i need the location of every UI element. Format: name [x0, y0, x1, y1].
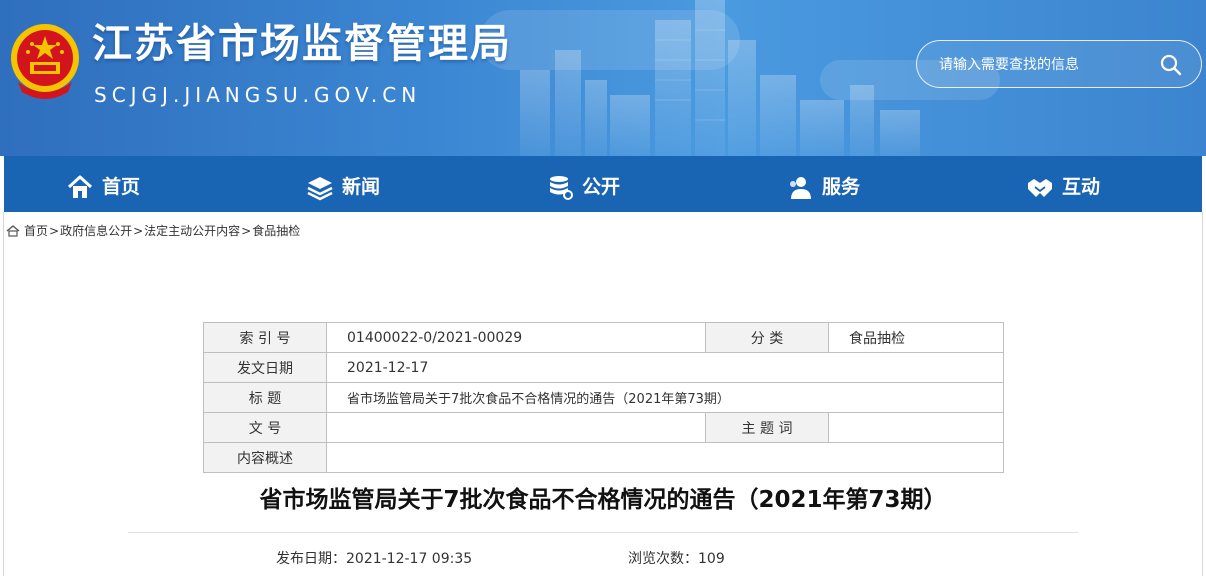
index-number-label: 索 引 号 [203, 322, 327, 353]
title-label: 标 题 [203, 382, 327, 413]
nav-item-interact[interactable]: 互动 [1026, 156, 1100, 212]
home-icon [67, 175, 93, 198]
nav-item-label: 首页 [102, 175, 141, 198]
publish-date-value: 2021-12-17 09:35 [346, 551, 473, 567]
breadcrumb-home[interactable]: 首页 [24, 222, 48, 240]
article-divider [128, 532, 1078, 533]
nav-item-label: 新闻 [342, 175, 381, 198]
site-title: 江苏省市场监督管理局 [92, 21, 512, 67]
breadcrumb-statutory-content[interactable]: 法定主动公开内容 [144, 222, 240, 240]
breadcrumb-separator: > [133, 224, 144, 238]
nav-item-public[interactable]: 公开 [546, 156, 620, 212]
view-count: 浏览次数：109 [628, 548, 725, 570]
category-value: 食品抽检 [828, 322, 1004, 353]
nav-item-label: 公开 [582, 175, 621, 198]
keywords-label: 主 题 词 [705, 412, 829, 443]
table-row: 标 题 省市场监管局关于7批次食品不合格情况的通告（2021年第73期） [203, 382, 1004, 413]
keywords-value [828, 412, 1004, 443]
breadcrumb-food-inspection[interactable]: 食品抽检 [252, 222, 300, 240]
index-number-value: 01400022-0/2021-00029 [326, 322, 706, 353]
table-row: 索 引 号 01400022-0/2021-00029 分 类 食品抽检 [203, 322, 1004, 353]
site-domain: SCJGJ.JIANGSU.GOV.CN [94, 83, 422, 107]
search-icon[interactable] [1157, 51, 1185, 79]
breadcrumb-separator: > [49, 224, 60, 238]
summary-label: 内容概述 [203, 442, 327, 473]
document-number-label: 文 号 [203, 412, 327, 443]
table-row: 内容概述 [203, 442, 1004, 473]
nav-item-news[interactable]: 新闻 [306, 156, 380, 212]
national-emblem-icon [11, 24, 79, 99]
table-row: 文 号 主 题 词 [203, 412, 1004, 443]
article-title: 省市场监管局关于7批次食品不合格情况的通告（2021年第73期） [259, 487, 947, 513]
category-label: 分 类 [705, 322, 829, 353]
search-box [916, 40, 1202, 88]
site-header: 江苏省市场监督管理局 SCJGJ.JIANGSU.GOV.CN [0, 0, 1206, 156]
breadcrumb: 首页 > 政府信息公开 > 法定主动公开内容 > 食品抽检 [6, 222, 300, 240]
users-icon [790, 177, 811, 199]
nav-item-home[interactable]: 首页 [66, 156, 140, 212]
handshake-icon [1028, 179, 1052, 197]
database-icon [550, 176, 573, 200]
issue-date-label: 发文日期 [203, 352, 327, 383]
summary-value [326, 442, 1004, 473]
search-input[interactable] [939, 51, 1149, 79]
main-nav: 首页 新闻 公开 服务 互动 [4, 156, 1202, 212]
nav-item-service[interactable]: 服务 [786, 156, 860, 212]
nav-item-label: 互动 [1062, 175, 1101, 198]
publish-date: 发布日期：2021-12-17 09:35 [276, 548, 472, 570]
title-value: 省市场监管局关于7批次食品不合格情况的通告（2021年第73期） [326, 382, 1004, 413]
breadcrumb-separator: > [241, 224, 252, 238]
view-count-value: 109 [698, 551, 725, 567]
page-right-border [1202, 212, 1203, 576]
publish-date-label: 发布日期： [276, 551, 346, 567]
document-number-value [326, 412, 706, 443]
layers-icon [307, 177, 333, 201]
issue-date-value: 2021-12-17 [326, 352, 1004, 383]
table-row: 发文日期 2021-12-17 [203, 352, 1004, 383]
home-crumb-icon [6, 225, 20, 237]
view-count-label: 浏览次数： [628, 551, 698, 567]
nav-item-label: 服务 [822, 175, 861, 198]
breadcrumb-gov-info[interactable]: 政府信息公开 [60, 222, 132, 240]
page-left-border [3, 212, 4, 576]
document-info-table: 索 引 号 01400022-0/2021-00029 分 类 食品抽检 发文日… [203, 322, 1004, 473]
